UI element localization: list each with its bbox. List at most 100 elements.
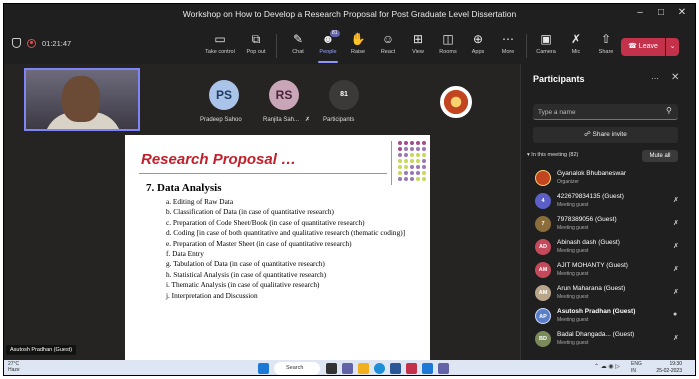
mic-off-icon: ✗ [673, 220, 679, 227]
slide-title: Research Proposal … [141, 151, 297, 168]
clock-time: 19:30 [669, 361, 682, 367]
participant-name: Gyanalok Bhubaneswar [557, 170, 627, 177]
shared-slide: Research Proposal … 7. Data Analysis a. … [125, 135, 430, 367]
share-invite-icon: ☍ [584, 131, 591, 138]
panel-title: Participants [533, 74, 585, 84]
windows-start-icon[interactable] [258, 363, 269, 374]
phone-icon: ☎ [628, 43, 637, 50]
weather-widget[interactable]: 27°C Haze [8, 361, 20, 373]
leave-button[interactable]: ☎ Leave [621, 38, 665, 56]
meeting-toolbar: 01:21:47 ▭ Take control ⧉ Pop out ✎ Chat… [4, 24, 695, 64]
in-meeting-section-toggle[interactable]: ▾ In this meeting (82) [527, 152, 578, 158]
region-code: IN [631, 368, 636, 374]
teams-icon[interactable] [438, 363, 449, 374]
search-icon[interactable]: ⚲ [666, 106, 672, 115]
store-icon[interactable] [390, 363, 401, 374]
participant-row[interactable]: AM Arun Maharana (Guest) Meeting guest ✗ [533, 283, 683, 305]
weather-condition: Haze [8, 367, 20, 373]
avatar-pradeep[interactable]: PS [209, 80, 239, 110]
participant-row[interactable]: AP Asutosh Pradhan (Guest) Meeting guest… [533, 306, 683, 328]
meeting-timer: 01:21:47 [42, 38, 72, 48]
participant-row[interactable]: 7 7978389056 (Guest) Meeting guest ✗ [533, 214, 683, 236]
participant-search-input[interactable] [538, 106, 658, 118]
teams-chat-icon[interactable] [342, 363, 353, 374]
take-control-icon: ▭ [214, 32, 226, 46]
slide-list-item: g. Tabulation of Data (in case of quanti… [166, 259, 325, 269]
take-control-label: Take control [205, 49, 235, 55]
participant-row[interactable]: Gyanalok Bhubaneswar Organizer [533, 168, 683, 190]
minimize-icon[interactable]: – [633, 7, 647, 18]
participant-name: Abinash dash (Guest) [557, 239, 620, 246]
pop-out-icon: ⧉ [251, 32, 261, 46]
maximize-icon[interactable]: □ [654, 7, 668, 18]
participant-avatar [535, 170, 551, 186]
participant-row[interactable]: 4 422679834135 (Guest) Meeting guest ✗ [533, 191, 683, 213]
close-panel-icon[interactable]: ✕ [671, 72, 679, 83]
participant-role: Meeting guest [557, 317, 589, 323]
participants-count-tile[interactable]: 81 [329, 80, 359, 110]
mic-off-icon: ✗ [673, 243, 679, 250]
slide-list-item: f. Data Entry [166, 249, 204, 259]
clock-date: 25-02-2023 [656, 368, 682, 374]
pop-out-button[interactable]: ⧉ Pop out [238, 32, 274, 55]
clock[interactable]: 19:30 25-02-2023 [652, 361, 682, 375]
participant-name: Badal Dhangada... (Guest) [557, 331, 635, 338]
tile-name-participants: Participants [323, 117, 355, 123]
share-button[interactable]: ⇧ Share [588, 32, 624, 55]
language-code: ENG [631, 361, 642, 367]
more-button[interactable]: ⋯ More [490, 32, 526, 55]
more-options-icon[interactable]: ⋯ [651, 74, 659, 83]
share-icon: ⇧ [600, 32, 612, 46]
slide-dot-decoration [398, 141, 426, 181]
close-icon[interactable]: ✕ [675, 7, 689, 18]
participant-avatar: AP [535, 308, 551, 324]
share-label: Share [598, 49, 614, 55]
title-bar: Workshop on How to Develop a Research Pr… [4, 4, 695, 24]
slide-list-item: b. Classification of Data (in case of qu… [166, 207, 334, 217]
active-indicator [318, 61, 338, 63]
slide-list-item: j. Interpretation and Discussion [166, 290, 258, 300]
video-tile-speaker[interactable] [24, 68, 140, 131]
participant-avatar: BD [535, 331, 551, 347]
file-explorer-icon[interactable] [358, 363, 369, 374]
edge-icon[interactable] [374, 363, 385, 374]
language-indicator[interactable]: ENG IN [631, 361, 642, 375]
taskbar-search[interactable]: Search [274, 362, 320, 375]
slide-list-item: c. Preparation of Code Sheet/Book (in ca… [166, 217, 365, 227]
take-control-button[interactable]: ▭ Take control [202, 32, 238, 55]
section-label: In this meeting (82) [531, 152, 579, 158]
taskbar-search-label: Search [286, 365, 304, 371]
participant-row[interactable]: AM AJIT MOHANTY (Guest) Meeting guest ✗ [533, 260, 683, 282]
participant-role: Meeting guest [557, 225, 589, 231]
slide-list: a. Editing of Raw Data b. Classification… [166, 197, 416, 301]
mic-off-icon: ✗ [673, 197, 679, 204]
more-label: More [501, 49, 515, 55]
participant-row[interactable]: BD Badal Dhangada... (Guest) Meeting gue… [533, 329, 683, 351]
slide-vertical-divider [391, 141, 392, 185]
participant-name: 7978389056 (Guest) [557, 216, 617, 223]
participant-role: Meeting guest [557, 294, 589, 300]
mic-on-icon: ● [673, 311, 678, 318]
avatar-ranjita[interactable]: RS [269, 80, 299, 110]
meeting-stage: PS Pradeep Sahoo RS Ranjita Sah... ✗ 81 … [4, 64, 520, 367]
word-icon[interactable] [422, 363, 433, 374]
video-tile-organizer[interactable] [428, 78, 484, 126]
participant-role: Organizer [557, 179, 579, 185]
mic-off-icon: ✗ [673, 335, 679, 342]
chevron-down-icon: ⌄ [669, 43, 676, 50]
share-invite-button[interactable]: ☍ Share invite [533, 127, 678, 143]
more-icon: ⋯ [502, 32, 514, 46]
participant-name: 422679834135 (Guest) [557, 193, 624, 200]
slide-list-item: h. Statistical Analysis (in case of quan… [166, 269, 327, 279]
participant-row[interactable]: AD Abinash dash (Guest) Meeting guest ✗ [533, 237, 683, 259]
participant-name: Asutosh Pradhan (Guest) [557, 308, 636, 315]
mute-all-button[interactable]: Mute all [642, 150, 678, 162]
app-icon[interactable] [406, 363, 417, 374]
slide-list-item: d. Coding [in case of both quantitative … [166, 228, 406, 238]
system-tray[interactable]: ⌃ ☁ ◉ ▷ [594, 363, 620, 370]
tile-name-ranjita: Ranjita Sah... [263, 117, 300, 123]
people-count-badge: 81 [330, 30, 340, 37]
participant-name: Arun Maharana (Guest) [557, 285, 626, 292]
task-view-icon[interactable] [326, 363, 337, 374]
leave-options-button[interactable]: ⌄ [666, 38, 679, 56]
